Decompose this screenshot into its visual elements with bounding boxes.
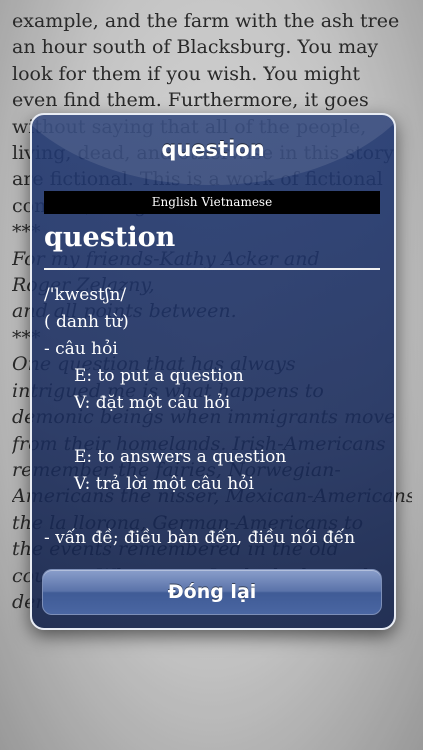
example-line: E: to put a question <box>74 366 244 386</box>
definition-line: - câu hỏi <box>44 339 118 359</box>
dictionary-popup: question English Vietnamese question /'k… <box>30 113 396 630</box>
dictionary-name-bar: English Vietnamese <box>44 191 380 214</box>
dialog-title: question <box>161 137 265 161</box>
example-line: E: to answers a question <box>74 447 287 467</box>
definition-content[interactable]: question /'kwestʃn/ ( danh từ) - câu hỏi E:… <box>44 216 384 568</box>
definition-line: ( danh từ) <box>44 312 129 332</box>
definition-spacer <box>44 417 384 444</box>
headword: question <box>44 222 176 253</box>
definition-spacer <box>44 498 384 525</box>
example-line: V: đặt một câu hỏi <box>74 393 231 413</box>
definition-line: - vấn đề; điều bàn đến, điều nói đến <box>44 528 356 548</box>
headword-divider <box>44 268 380 270</box>
example-line: V: trả lời một câu hỏi <box>74 474 254 494</box>
definition-line: /'kwestʃn/ <box>44 285 127 305</box>
close-button[interactable]: Đóng lại <box>42 569 382 615</box>
definition-lines: /'kwestʃn/ ( danh từ) - câu hỏi E: to put a… <box>44 282 384 552</box>
